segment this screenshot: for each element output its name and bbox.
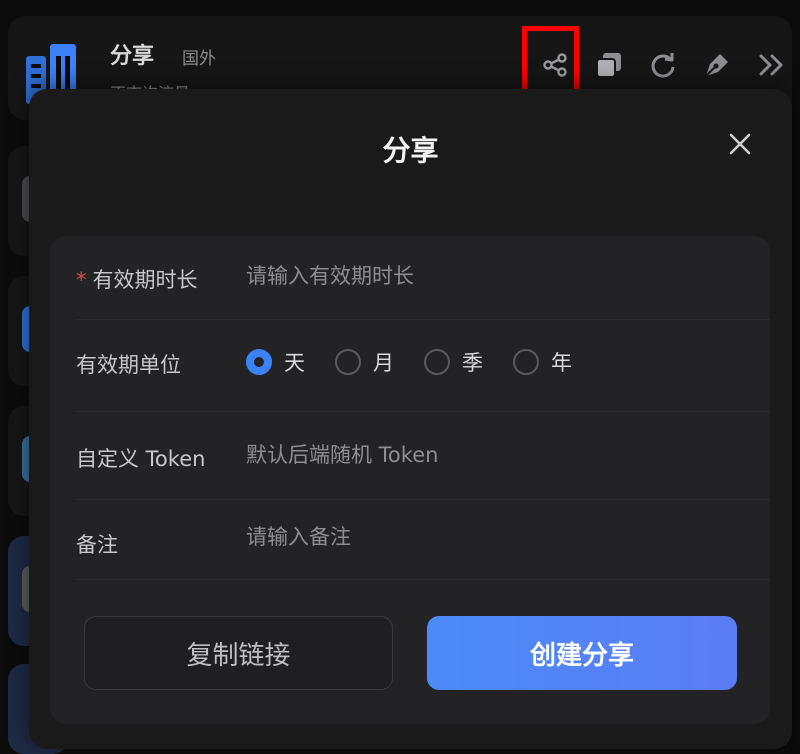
duration-row: * 有效期时长 (76, 236, 770, 320)
duration-label: * 有效期时长 (76, 264, 198, 294)
unit-radio-group: 天 月 季 年 (246, 347, 602, 377)
create-share-button[interactable]: 创建分享 (427, 616, 737, 690)
modal-title: 分享 (382, 134, 439, 167)
radio-checked-icon (246, 349, 272, 375)
required-mark: * (76, 268, 87, 292)
unit-option-label: 月 (373, 351, 394, 375)
unit-option-year[interactable]: 年 (513, 347, 572, 377)
refresh-icon[interactable] (646, 48, 680, 82)
unit-label: 有效期单位 (76, 353, 181, 377)
share-modal: 分享 *有效期时长 有效期单位 天 月 (29, 89, 792, 749)
unit-option-label: 年 (551, 351, 572, 375)
unit-option-quarter[interactable]: 季 (424, 347, 483, 377)
radio-unchecked-icon (335, 349, 361, 375)
unit-option-month[interactable]: 月 (335, 347, 394, 377)
unit-option-label: 天 (284, 351, 305, 375)
note-label: 备注 (76, 533, 118, 557)
radio-unchecked-icon (424, 349, 450, 375)
token-label: 自定义 Token (76, 447, 206, 471)
unit-option-day[interactable]: 天 (246, 347, 305, 377)
token-row: 自定义 Token (76, 411, 770, 500)
unit-option-label: 季 (462, 351, 483, 375)
note-input[interactable] (246, 525, 766, 549)
double-chevron-right-icon[interactable] (754, 48, 788, 82)
copy-link-button[interactable]: 复制链接 (84, 616, 393, 690)
token-input[interactable] (246, 443, 766, 467)
duration-input[interactable] (246, 264, 766, 288)
radio-unchecked-icon (513, 349, 539, 375)
note-row: 备注 (76, 499, 770, 580)
close-icon[interactable] (723, 127, 757, 161)
unit-row: 有效期单位 天 月 季 年 (76, 319, 770, 412)
background-card-title: 分享 (110, 44, 155, 69)
highlight-box (522, 26, 579, 96)
background-card-tag: 国外 (182, 49, 216, 69)
duration-label-text: 有效期时长 (92, 268, 198, 292)
copy-icon[interactable] (592, 48, 626, 82)
pen-icon[interactable] (700, 48, 734, 82)
